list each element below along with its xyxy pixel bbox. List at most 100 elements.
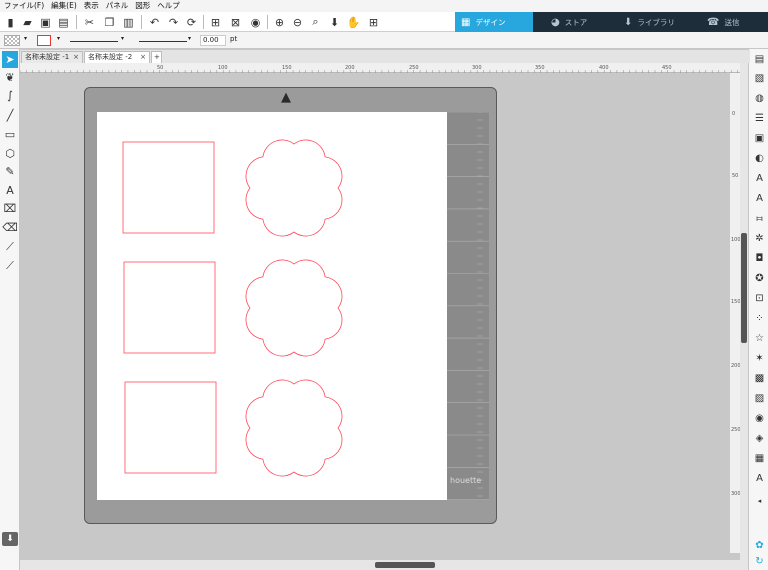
fill-color-swatch[interactable] [4, 35, 20, 46]
sketch-icon[interactable]: ⁘ [751, 310, 768, 327]
zoom-fit-icon[interactable]: ⌕ [308, 14, 323, 30]
ruler-label: 300 [472, 65, 482, 71]
transform-icon[interactable]: ◈ [751, 430, 768, 447]
text-tool-icon[interactable]: A [2, 182, 18, 199]
paste-icon[interactable]: ▥ [121, 14, 136, 30]
square-shape[interactable] [122, 141, 215, 234]
square-shape[interactable] [123, 261, 216, 354]
tab-library[interactable]: ⬇ ライブラリ [618, 12, 696, 32]
select-all-icon[interactable]: ◉ [248, 14, 263, 30]
ruler-label: 350 [535, 65, 545, 71]
zoom-out-icon[interactable]: ⊖ [290, 14, 305, 30]
scroll-thumb[interactable] [741, 233, 747, 343]
tab-design[interactable]: ▦ デザイン [455, 12, 533, 32]
print-icon[interactable]: ▤ [56, 14, 71, 30]
new-icon[interactable]: ▮ [3, 14, 18, 30]
brush-icon[interactable]: ⟋ [2, 257, 18, 274]
line-style-select[interactable] [70, 35, 118, 42]
trace-icon[interactable]: ⊡ [751, 290, 768, 307]
send-panel-icon[interactable]: ⬇ [2, 532, 18, 546]
undo-icon[interactable]: ↶ [147, 14, 162, 30]
cut-icon[interactable]: ✂ [82, 14, 97, 30]
flower-shape[interactable] [245, 379, 343, 477]
doc-tab-1[interactable]: 名称未設定 -1 × [21, 51, 83, 63]
line-width-select[interactable] [139, 35, 187, 42]
image-effects-icon[interactable]: ▣ [751, 130, 768, 147]
copy-icon[interactable]: ❐ [102, 14, 117, 30]
font-icon[interactable]: A [751, 470, 768, 487]
globe-icon[interactable]: ◉ [751, 410, 768, 427]
menu-edit[interactable]: 編集(E) [51, 0, 77, 12]
knife-tool-icon[interactable]: ⌧ [2, 200, 18, 217]
star-icon[interactable]: ☆ [751, 330, 768, 347]
gear-icon[interactable]: ✿ [751, 537, 768, 554]
document-tabs: 名称未設定 -1 × 名称未設定 -2 × + [20, 50, 750, 63]
toolbar-divider [76, 15, 77, 29]
close-icon[interactable]: × [140, 52, 146, 63]
menu-view[interactable]: 表示 [84, 0, 99, 12]
fill-color-icon[interactable]: ◍ [751, 90, 768, 107]
offset-icon[interactable]: ✪ [751, 270, 768, 287]
tab-send[interactable]: ☎ 送信 [701, 12, 768, 32]
add-tab-button[interactable]: + [151, 51, 162, 63]
hatch-icon[interactable]: ▨ [751, 390, 768, 407]
eraser-icon[interactable]: ⌫ [2, 219, 18, 236]
add-page-icon[interactable]: ⊞ [366, 14, 381, 30]
text-path-icon[interactable]: A [751, 190, 768, 207]
doc-tab-2[interactable]: 名称未設定 -2 × [84, 51, 150, 63]
text-style-icon[interactable]: A [751, 170, 768, 187]
page-setup-icon[interactable]: ▤ [751, 51, 768, 68]
menu-panel[interactable]: パネル [106, 0, 129, 12]
point-edit-icon[interactable]: ❦ [2, 69, 18, 86]
menu-file[interactable]: ファイル(F) [4, 0, 44, 12]
line-tool-icon[interactable]: ╱ [2, 107, 18, 124]
ungroup-icon[interactable]: ⊠ [228, 14, 243, 30]
chevron-down-icon[interactable]: ▾ [24, 35, 27, 46]
select-arrow-icon[interactable]: ➤ [2, 51, 18, 68]
line-settings-bar: ▾ ▾ ▾ ▾ 0.00 pt [0, 32, 768, 49]
align-icon[interactable]: ⧦ [751, 210, 768, 227]
flower-shape[interactable] [245, 139, 343, 237]
scroll-thumb[interactable] [375, 562, 435, 568]
modify-icon[interactable]: ◘ [751, 250, 768, 267]
polygon-tool-icon[interactable]: ⬡ [2, 145, 18, 162]
contrast-icon[interactable]: ◐ [751, 150, 768, 167]
square-shape[interactable] [124, 381, 217, 474]
move-down-icon[interactable]: ⬇ [327, 14, 342, 30]
library-grid-icon[interactable]: ▦ [751, 450, 768, 467]
group-icon[interactable]: ⊞ [208, 14, 223, 30]
chevron-down-icon[interactable]: ▾ [57, 35, 60, 46]
curve-tool-icon[interactable]: ∫ [2, 87, 18, 104]
close-icon[interactable]: × [73, 52, 79, 63]
zoom-in-icon[interactable]: ⊕ [272, 14, 287, 30]
line-style-icon[interactable]: ☰ [751, 110, 768, 127]
menu-shape[interactable]: 図形 [135, 0, 150, 12]
line-width-input[interactable]: 0.00 [200, 35, 226, 46]
ruler-label: 0 [732, 111, 736, 117]
puzzle-icon[interactable]: ✶ [751, 350, 768, 367]
chevron-down-icon[interactable]: ▾ [188, 35, 191, 46]
ruler-label: 50 [157, 65, 164, 71]
save-icon[interactable]: ▣ [38, 14, 53, 30]
chevron-down-icon[interactable]: ▾ [121, 35, 124, 46]
replicate-icon[interactable]: ✲ [751, 230, 768, 247]
tab-store[interactable]: ◕ ストア [545, 12, 615, 32]
vertical-scrollbar[interactable] [740, 63, 748, 560]
pan-icon[interactable]: ✋ [346, 14, 361, 30]
ruler-ticks [20, 70, 738, 73]
chevron-left-icon[interactable]: ◂ [751, 492, 768, 509]
layers-icon[interactable]: ▩ [751, 370, 768, 387]
flower-shape[interactable] [245, 259, 343, 357]
eyedropper-icon[interactable]: ⟋ [2, 238, 18, 255]
redo-icon[interactable]: ↷ [166, 14, 181, 30]
refresh-icon[interactable]: ↻ [751, 553, 768, 570]
line-color-swatch[interactable] [37, 35, 51, 46]
open-icon[interactable]: ▰ [20, 14, 35, 30]
menu-help[interactable]: ヘルプ [157, 0, 180, 12]
rectangle-tool-icon[interactable]: ▭ [2, 126, 18, 143]
pencil-icon[interactable]: ✎ [2, 163, 18, 180]
rotate-icon[interactable]: ⟳ [184, 14, 199, 30]
horizontal-scrollbar[interactable] [20, 560, 748, 570]
image-icon[interactable]: ▧ [751, 70, 768, 87]
left-tool-panel: ➤ ❦ ∫ ╱ ▭ ⬡ ✎ A ⌧ ⌫ ⟋ ⟋ [0, 49, 20, 570]
